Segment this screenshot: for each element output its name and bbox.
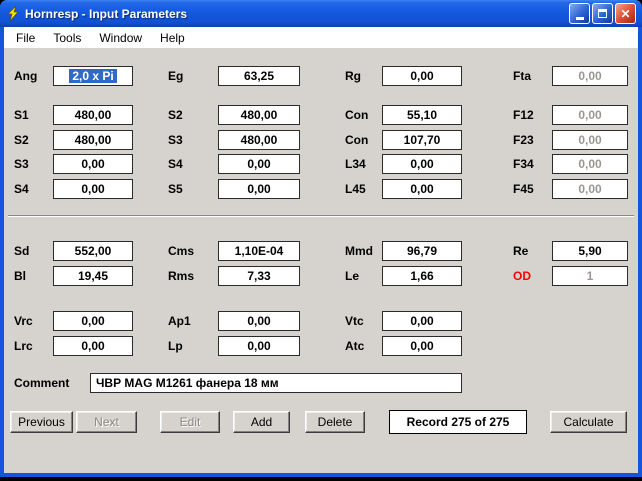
ap1-label: Ap1: [168, 314, 191, 328]
s2b-input[interactable]: 480,00: [53, 130, 133, 150]
maximize-icon: [598, 9, 607, 18]
rg-input[interactable]: 0,00: [382, 66, 462, 86]
comment-input[interactable]: ЧВР MAG М1261 фанера 18 мм: [90, 373, 462, 393]
minimize-icon: [576, 17, 584, 20]
sd-label: Sd: [14, 244, 29, 258]
re-label: Re: [513, 244, 528, 258]
f23-input: 0,00: [552, 130, 628, 150]
cms-input[interactable]: 1,10E-04: [218, 241, 300, 261]
mmd-label: Mmd: [345, 244, 373, 258]
s4a-label: S4: [168, 157, 183, 171]
eg-label: Eg: [168, 69, 183, 83]
edit-button: Edit: [160, 411, 220, 433]
section-separator: [8, 215, 634, 217]
rms-label: Rms: [168, 269, 194, 283]
calculate-button[interactable]: Calculate: [550, 411, 627, 433]
l45-input[interactable]: 0,00: [382, 179, 462, 199]
menubar: File Tools Window Help: [4, 27, 638, 48]
f45-input: 0,00: [552, 179, 628, 199]
le-input[interactable]: 1,66: [382, 266, 462, 286]
ang-input[interactable]: 2,0 x Pi: [53, 66, 133, 86]
hornresp-window: Hornresp - Input Parameters ✕ File Tools…: [0, 0, 642, 477]
maximize-button[interactable]: [592, 3, 613, 24]
close-button[interactable]: ✕: [615, 3, 636, 24]
ang-value: 2,0 x Pi: [69, 69, 116, 83]
next-button: Next: [76, 411, 137, 433]
atc-label: Atc: [345, 339, 364, 353]
s2b-label: S2: [14, 133, 29, 147]
vrc-label: Vrc: [14, 314, 33, 328]
con23-label: Con: [345, 133, 368, 147]
sd-input[interactable]: 552,00: [53, 241, 133, 261]
atc-input[interactable]: 0,00: [382, 336, 462, 356]
con23-input[interactable]: 107,70: [382, 130, 462, 150]
s1-input[interactable]: 480,00: [53, 105, 133, 125]
menu-window[interactable]: Window: [90, 29, 151, 47]
add-button[interactable]: Add: [233, 411, 290, 433]
menu-help[interactable]: Help: [151, 29, 194, 47]
ang-label: Ang: [14, 69, 37, 83]
bl-input[interactable]: 19,45: [53, 266, 133, 286]
f12-input: 0,00: [552, 105, 628, 125]
vrc-input[interactable]: 0,00: [53, 311, 133, 331]
comment-label: Comment: [14, 376, 69, 390]
od-input: 1: [552, 266, 628, 286]
lp-label: Lp: [168, 339, 183, 353]
window-controls: ✕: [569, 3, 636, 24]
vtc-label: Vtc: [345, 314, 364, 328]
od-label: OD: [513, 269, 531, 283]
s3b-input[interactable]: 0,00: [53, 154, 133, 174]
minimize-button[interactable]: [569, 3, 590, 24]
eg-input[interactable]: 63,25: [218, 66, 300, 86]
lp-input[interactable]: 0,00: [218, 336, 300, 356]
vtc-input[interactable]: 0,00: [382, 311, 462, 331]
s3a-input[interactable]: 480,00: [218, 130, 300, 150]
app-icon: [5, 6, 21, 22]
s4a-input[interactable]: 0,00: [218, 154, 300, 174]
f23-label: F23: [513, 133, 534, 147]
con12-label: Con: [345, 108, 368, 122]
fta-input: 0,00: [552, 66, 628, 86]
lrc-label: Lrc: [14, 339, 33, 353]
s1-label: S1: [14, 108, 29, 122]
menu-tools[interactable]: Tools: [44, 29, 90, 47]
rg-label: Rg: [345, 69, 361, 83]
s5-input[interactable]: 0,00: [218, 179, 300, 199]
record-indicator: Record 275 of 275: [389, 410, 527, 434]
delete-button[interactable]: Delete: [305, 411, 365, 433]
l34-input[interactable]: 0,00: [382, 154, 462, 174]
re-input[interactable]: 5,90: [552, 241, 628, 261]
s4b-input[interactable]: 0,00: [53, 179, 133, 199]
l45-label: L45: [345, 182, 366, 196]
s2a-input[interactable]: 480,00: [218, 105, 300, 125]
s5-label: S5: [168, 182, 183, 196]
menu-file[interactable]: File: [7, 29, 44, 47]
bl-label: Bl: [14, 269, 26, 283]
ap1-input[interactable]: 0,00: [218, 311, 300, 331]
s3b-label: S3: [14, 157, 29, 171]
con12-input[interactable]: 55,10: [382, 105, 462, 125]
mmd-input[interactable]: 96,79: [382, 241, 462, 261]
titlebar: Hornresp - Input Parameters ✕: [0, 0, 642, 27]
le-label: Le: [345, 269, 359, 283]
f34-label: F34: [513, 157, 534, 171]
previous-button[interactable]: Previous: [10, 411, 73, 433]
fta-label: Fta: [513, 69, 531, 83]
s4b-label: S4: [14, 182, 29, 196]
s2a-label: S2: [168, 108, 183, 122]
close-icon: ✕: [620, 8, 630, 20]
lrc-input[interactable]: 0,00: [53, 336, 133, 356]
cms-label: Cms: [168, 244, 194, 258]
f45-label: F45: [513, 182, 534, 196]
l34-label: L34: [345, 157, 366, 171]
rms-input[interactable]: 7,33: [218, 266, 300, 286]
f34-input: 0,00: [552, 154, 628, 174]
window-title: Hornresp - Input Parameters: [25, 7, 569, 21]
s3a-label: S3: [168, 133, 183, 147]
f12-label: F12: [513, 108, 534, 122]
